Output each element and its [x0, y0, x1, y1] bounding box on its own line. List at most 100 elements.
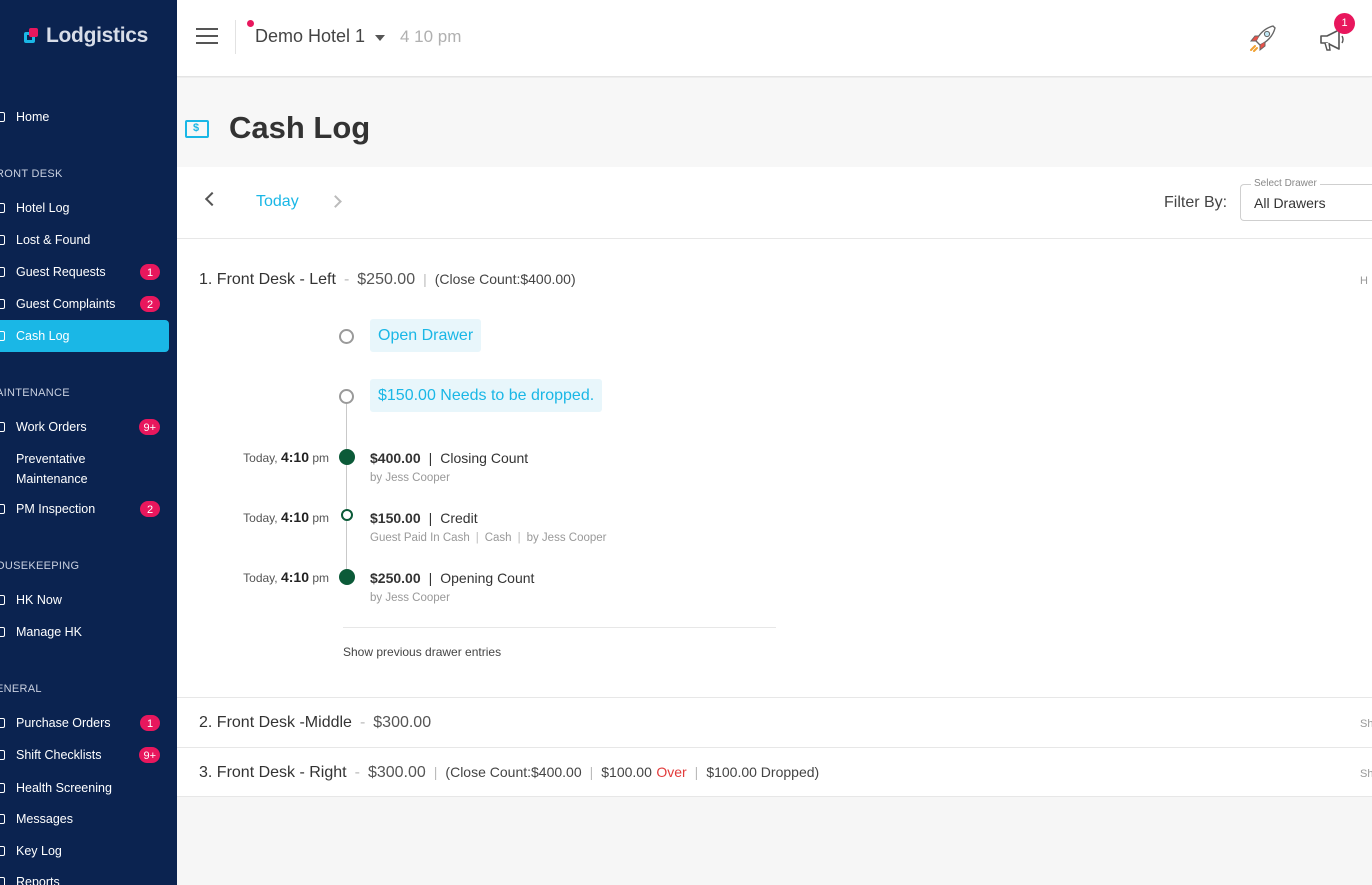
bed-icon: [0, 595, 5, 605]
close-count: (Close Count:$400.00): [434, 271, 576, 287]
sidebar-item-health-screening[interactable]: Health Screening: [0, 772, 169, 804]
badge: 9+: [138, 418, 161, 436]
chevron-right-icon[interactable]: [329, 195, 342, 208]
sidebar-item-guest-requests[interactable]: Guest Requests 1: [0, 256, 169, 288]
sidebar-item-cash-log[interactable]: Cash Log: [0, 320, 169, 352]
header-divider: [235, 20, 236, 54]
section-general: ENERAL: [0, 683, 42, 695]
cash-icon: [0, 331, 5, 341]
page-title-bar: $ Cash Log: [177, 78, 1372, 167]
timeline-dot: [339, 569, 355, 585]
drawer-name: 2. Front Desk -Middle: [199, 714, 352, 731]
chart-icon: [0, 877, 5, 885]
entry-meta: by Jess Cooper: [370, 472, 450, 484]
sidebar-item-guest-complaints[interactable]: Guest Complaints 2: [0, 288, 169, 320]
logo-icon: [24, 28, 40, 44]
timeline-dot: [339, 329, 354, 344]
sidebar: Lodgistics Home RONT DESK Hotel Log Lost…: [0, 0, 177, 885]
sidebar-item-manage-hk[interactable]: Manage HK: [0, 616, 169, 648]
comment-icon: [0, 299, 5, 309]
badge: 2: [139, 295, 161, 313]
entry-meta: by Jess Cooper: [370, 592, 450, 604]
sidebar-item-messages[interactable]: Messages: [0, 803, 169, 835]
sidebar-item-preventative-maintenance[interactable]: Preventative Maintenance: [0, 449, 169, 489]
drawer-action-cut[interactable]: Sh: [1360, 718, 1372, 730]
show-previous-link[interactable]: Show previous drawer entries: [343, 645, 501, 659]
sidebar-item-reports[interactable]: Reports: [0, 866, 169, 885]
entry-opening-count: $250.00 | Opening Count: [370, 570, 535, 586]
drawer-header-left[interactable]: 1. Front Desk - Left - $250.00 | (Close Coun…: [199, 271, 576, 289]
wrench-icon: [0, 422, 5, 432]
timeline-dot: [341, 509, 353, 521]
rocket-icon[interactable]: [1245, 20, 1281, 56]
menu-icon[interactable]: [196, 28, 218, 44]
filter-label: Filter By:: [1164, 194, 1228, 211]
book-icon: [0, 203, 5, 213]
drop-needed-tag: $150.00 Needs to be dropped.: [370, 379, 603, 412]
bell-icon: [0, 267, 5, 277]
drawer-header-right[interactable]: 3. Front Desk - Right - $300.00 | (Close Cou…: [199, 764, 819, 782]
checklist-icon: [0, 750, 5, 760]
notification-badge[interactable]: 1: [1334, 13, 1355, 34]
section-housekeeping: OUSEKEEPING: [0, 560, 80, 572]
top-header: Demo Hotel 1 4 10 pm 1: [177, 0, 1372, 77]
entry-meta: Guest Paid In Cash | Cash | by Jess Cooper: [370, 532, 607, 544]
message-icon: [0, 814, 5, 824]
sidebar-item-purchase-orders[interactable]: Purchase Orders 1: [0, 707, 169, 739]
sidebar-item-hotel-log[interactable]: Hotel Log: [0, 192, 169, 224]
logo[interactable]: Lodgistics: [24, 24, 148, 48]
drawer-amount: $300.00: [367, 764, 426, 781]
timeline-dot: [339, 389, 354, 404]
open-drawer-tag[interactable]: Open Drawer: [370, 319, 482, 352]
sidebar-item-pm-inspection[interactable]: PM Inspection 2: [0, 493, 169, 525]
search-icon: [0, 235, 5, 245]
over-label: Over: [656, 764, 687, 780]
key-icon: [0, 846, 5, 856]
clipboard-icon: [0, 504, 5, 514]
drawer-action-cut[interactable]: Sh: [1360, 768, 1372, 780]
entry-time: Today, 4:10 pm: [243, 509, 329, 525]
chevron-left-icon[interactable]: [204, 191, 220, 207]
current-time: 4 10 pm: [400, 27, 462, 46]
divider: [177, 238, 1372, 239]
divider: [177, 796, 1372, 797]
sidebar-item-lost-found[interactable]: Lost & Found: [0, 224, 169, 256]
timeline-line: [346, 404, 347, 576]
divider: [343, 627, 776, 628]
home-icon: [0, 112, 5, 122]
timeline-dot: [339, 449, 355, 465]
close-count: (Close Count:$400.00: [445, 764, 582, 780]
page-title: Cash Log: [229, 110, 371, 145]
badge: 9+: [138, 746, 161, 764]
sidebar-item-key-log[interactable]: Key Log: [0, 835, 169, 867]
chevron-down-icon[interactable]: [375, 35, 385, 41]
badge: 2: [139, 500, 161, 518]
badge: 1: [139, 714, 161, 732]
drawer-action-cut[interactable]: H: [1360, 275, 1368, 287]
shield-icon: [0, 783, 5, 793]
cash-icon: $: [185, 120, 209, 138]
drawer-name: 1. Front Desk - Left: [199, 271, 336, 288]
drawer-select-legend: Select Drawer: [1251, 178, 1320, 189]
over-amount: $100.00: [601, 764, 652, 780]
settings-icon: [0, 627, 5, 637]
entry-time: Today, 4:10 pm: [243, 449, 329, 465]
hotel-selector[interactable]: Demo Hotel 1: [255, 26, 365, 47]
logo-text: Lodgistics: [46, 24, 149, 47]
drawer-select-value[interactable]: All Drawers: [1254, 195, 1326, 211]
divider: [177, 747, 1372, 748]
document-icon: [0, 718, 5, 728]
drawer-amount: $300.00: [373, 714, 432, 731]
dropped-amount: $100.00 Dropped): [706, 764, 820, 780]
status-dot: [247, 20, 254, 27]
badge: 1: [139, 263, 161, 281]
sidebar-item-work-orders[interactable]: Work Orders 9+: [0, 411, 169, 443]
entry-credit: $150.00 | Credit: [370, 510, 478, 526]
drawer-name: 3. Front Desk - Right: [199, 764, 347, 781]
sidebar-item-home[interactable]: Home: [0, 101, 169, 133]
drawer-header-middle[interactable]: 2. Front Desk -Middle - $300.00: [199, 714, 431, 732]
date-label[interactable]: Today: [256, 193, 299, 211]
sidebar-item-hk-now[interactable]: HK Now: [0, 584, 169, 616]
section-front-desk: RONT DESK: [0, 168, 63, 180]
sidebar-item-shift-checklists[interactable]: Shift Checklists 9+: [0, 739, 169, 771]
